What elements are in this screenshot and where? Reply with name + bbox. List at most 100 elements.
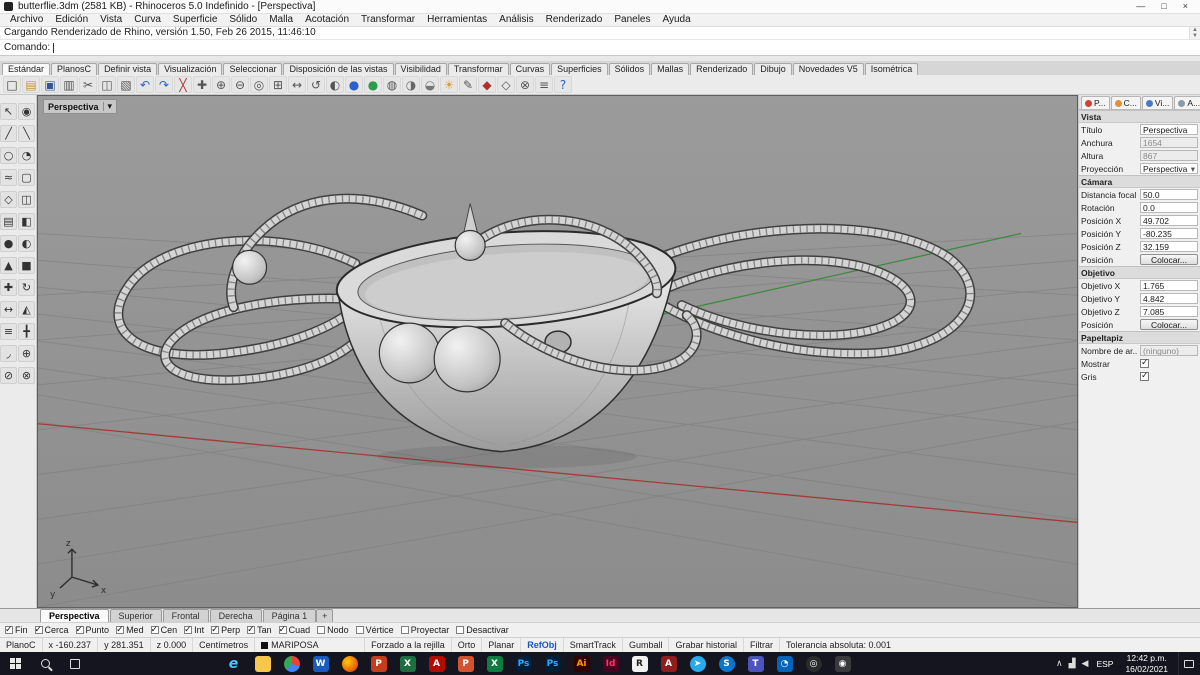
osnap-checkbox[interactable] [400, 626, 409, 634]
toolbar-tab[interactable]: Definir vista [98, 63, 158, 75]
property-value[interactable]: -80.235 [1140, 228, 1198, 239]
toolbar-tab[interactable]: Dibujo [754, 63, 792, 75]
sidebar-tool-icon[interactable]: ▢ [18, 169, 35, 186]
toolbar-icon[interactable]: ↷ [155, 76, 173, 93]
toolbar-tab[interactable]: Curvas [509, 63, 551, 75]
toolbar-icon[interactable]: ◒ [421, 76, 439, 93]
osnap-checkbox[interactable] [456, 626, 465, 634]
sidebar-tool-icon[interactable]: ◔ [18, 147, 35, 164]
toolbar-icon[interactable]: ≡ [535, 76, 553, 93]
panel-tab[interactable]: P... [1081, 96, 1110, 109]
toolbar-icon[interactable]: ▧ [117, 76, 135, 93]
statusbar-item[interactable]: MARIPOSA [255, 638, 366, 652]
menu-item[interactable]: Ayuda [656, 14, 696, 26]
statusbar-item[interactable]: Centímetros [193, 638, 256, 652]
property-value[interactable]: (ninguno) [1140, 345, 1198, 356]
toolbar-tab[interactable]: Renderizado [690, 63, 754, 75]
property-checkbox[interactable] [1140, 357, 1149, 368]
toolbar-icon[interactable]: ◐ [326, 76, 344, 93]
toolbar-icon[interactable]: ● [345, 76, 363, 93]
sidebar-tool-icon[interactable]: ⊕ [18, 345, 35, 362]
property-value[interactable]: 0.0 [1140, 202, 1198, 213]
panel-tab[interactable]: C... [1110, 96, 1141, 109]
menu-item[interactable]: Malla [263, 14, 299, 26]
osnap-toggle[interactable]: Int [184, 624, 204, 635]
sidebar-tool-icon[interactable]: ✚ [0, 279, 17, 296]
sidebar-tool-icon[interactable]: ○ [0, 147, 17, 164]
sidebar-tool-icon[interactable]: ↻ [18, 279, 35, 296]
osnap-checkbox[interactable] [75, 624, 84, 635]
osnap-checkbox[interactable] [34, 624, 43, 635]
osnap-checkbox[interactable] [150, 624, 159, 635]
tray-chevron-icon[interactable]: ∧ [1056, 659, 1063, 669]
viewport-menu-arrow-icon[interactable]: ▾ [108, 101, 113, 112]
toolbar-tab[interactable]: Superficies [551, 63, 608, 75]
toolbar-icon[interactable]: ◑ [402, 76, 420, 93]
property-value[interactable]: 32.159 [1140, 241, 1198, 252]
menu-item[interactable]: Renderizado [540, 14, 609, 26]
osnap-toggle[interactable]: Vértice [355, 625, 394, 635]
osnap-toggle[interactable]: Fin [5, 624, 28, 635]
menu-item[interactable]: Archivo [4, 14, 49, 26]
volume-icon[interactable]: ◀ [1082, 659, 1089, 669]
sidebar-tool-icon[interactable]: ╱ [0, 125, 17, 142]
toolbar-icon[interactable]: ⊖ [231, 76, 249, 93]
toolbar-icon[interactable]: ◍ [383, 76, 401, 93]
history-scrollbar[interactable]: ▲ ▼ [1189, 27, 1200, 39]
toolbar-icon[interactable]: ● [364, 76, 382, 93]
menu-item[interactable]: Acotación [299, 14, 355, 26]
taskbar-app-icon[interactable]: P [365, 652, 392, 675]
osnap-checkbox[interactable] [116, 624, 125, 635]
viewport-title-label[interactable]: Perspectiva ▾ [43, 99, 118, 114]
osnap-checkbox[interactable] [247, 624, 256, 635]
statusbar-item[interactable]: PlanoC [0, 638, 43, 652]
property-value[interactable]: 1654 [1140, 137, 1198, 148]
action-center-button[interactable] [1178, 652, 1198, 675]
sidebar-tool-icon[interactable]: ◉ [18, 103, 35, 120]
statusbar-item[interactable]: Gumball [623, 638, 670, 652]
osnap-checkbox[interactable] [278, 624, 287, 635]
sidebar-tool-icon[interactable]: ◞ [0, 345, 17, 362]
toolbar-icon[interactable]: ⊞ [269, 76, 287, 93]
viewport-tab[interactable]: Derecha [209, 609, 262, 622]
maximize-button[interactable]: □ [1161, 2, 1166, 11]
minimize-button[interactable]: — [1136, 2, 1145, 11]
sidebar-tool-icon[interactable]: ⊗ [18, 367, 35, 384]
menu-item[interactable]: Superficie [167, 14, 223, 26]
toolbar-icon[interactable]: ◇ [497, 76, 515, 93]
osnap-toggle[interactable]: Cen [150, 624, 177, 635]
language-indicator[interactable]: ESP [1094, 659, 1115, 669]
menu-item[interactable]: Transformar [355, 14, 421, 26]
viewport-tab[interactable]: Página 1 [262, 609, 317, 622]
menu-item[interactable]: Vista [94, 14, 128, 26]
osnap-checkbox[interactable] [184, 624, 193, 635]
statusbar-item[interactable]: Orto [452, 638, 483, 652]
scroll-down-icon[interactable]: ▼ [1190, 33, 1200, 39]
property-value[interactable]: 7.085 [1140, 306, 1198, 317]
toolbar-icon[interactable]: ↺ [307, 76, 325, 93]
toolbar-tab[interactable]: Mallas [651, 63, 690, 75]
start-button[interactable] [0, 652, 30, 675]
taskbar-app-icon[interactable] [278, 652, 305, 675]
taskbar-app-icon[interactable]: Ai [568, 652, 595, 675]
statusbar-item[interactable]: z 0.000 [151, 638, 194, 652]
taskbar-app-icon[interactable] [249, 652, 276, 675]
viewport-tab[interactable]: Perspectiva [40, 609, 109, 622]
menu-item[interactable]: Edición [49, 14, 94, 26]
property-value[interactable]: 867 [1140, 150, 1198, 161]
statusbar-item[interactable]: Filtrar [744, 638, 780, 652]
taskbar-app-icon[interactable]: R [626, 652, 653, 675]
osnap-toggle[interactable]: Med [116, 624, 144, 635]
menu-item[interactable]: Curva [128, 14, 167, 26]
menu-item[interactable]: Herramientas [421, 14, 493, 26]
toolbar-icon[interactable]: ☀ [440, 76, 458, 93]
toolbar-icon[interactable]: ✎ [459, 76, 477, 93]
viewport-canvas[interactable]: z x y [38, 96, 1077, 607]
property-value[interactable]: Perspectiva [1140, 124, 1198, 135]
taskbar-app-icon[interactable]: ➤ [684, 652, 711, 675]
toolbar-icon[interactable]: ⊕ [212, 76, 230, 93]
sidebar-tool-icon[interactable]: ≈ [0, 169, 17, 186]
osnap-toggle[interactable]: Cerca [34, 624, 69, 635]
taskbar-app-icon[interactable]: T [742, 652, 769, 675]
perspective-viewport[interactable]: Perspectiva ▾ z x y [37, 95, 1078, 608]
